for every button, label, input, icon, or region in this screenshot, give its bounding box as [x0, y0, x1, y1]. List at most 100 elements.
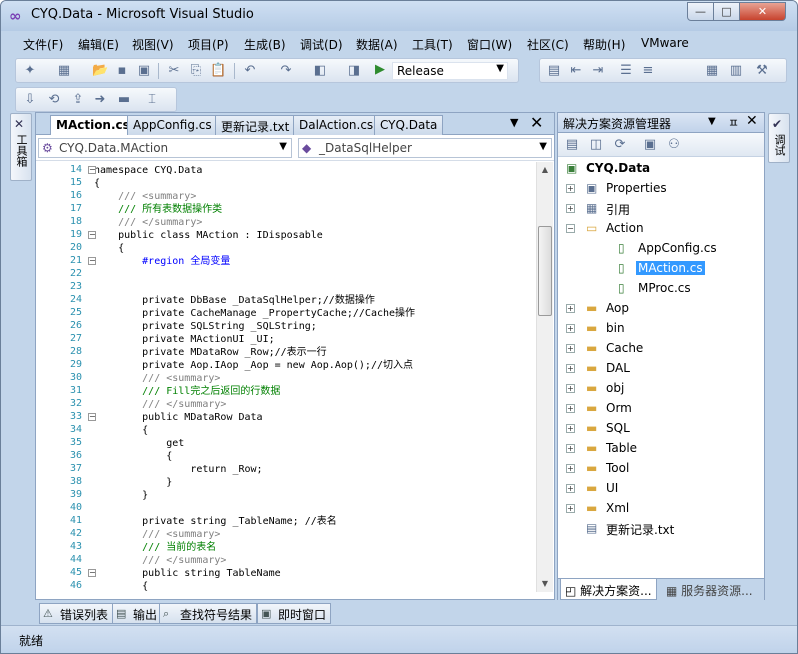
menu-data[interactable]: 数据(A)	[356, 36, 398, 53]
build-icon[interactable]: ⇩	[22, 92, 38, 108]
close-button[interactable]: ✕	[739, 2, 786, 21]
menu-file[interactable]: 文件(F)	[23, 36, 63, 53]
maximize-button[interactable]: □	[713, 2, 740, 21]
outdent-icon[interactable]: ⇤	[568, 63, 584, 79]
menu-debug[interactable]: 调试(D)	[300, 36, 343, 53]
grid-icon[interactable]: ▦	[704, 63, 720, 79]
save-all-icon[interactable]: ▣	[136, 63, 152, 79]
pin-icon[interactable]: ㅍ	[728, 114, 739, 131]
open-file-icon[interactable]: 📂	[92, 63, 108, 79]
menu-bar: 文件(F) 编辑(E) 视图(V) 项目(P) 生成(B) 调试(D) 数据(A…	[15, 34, 785, 54]
tab-error-list[interactable]: ⚠ 错误列表	[39, 603, 114, 624]
indent-icon[interactable]: ⇥	[590, 63, 606, 79]
paste-icon[interactable]: 📋	[210, 63, 226, 79]
expand-collapse-icon[interactable]: +	[566, 424, 575, 433]
expand-collapse-icon[interactable]: +	[566, 444, 575, 453]
expand-collapse-icon[interactable]: +	[566, 184, 575, 193]
close-icon[interactable]: ✕	[530, 113, 543, 132]
navigate-forward-icon[interactable]: ◨	[346, 63, 362, 79]
chevron-down-icon[interactable]: ▼	[708, 116, 716, 127]
scrollbar-thumb[interactable]	[538, 226, 552, 316]
expand-collapse-icon[interactable]: +	[566, 504, 575, 513]
tab-dalaction[interactable]: DalAction.cs	[293, 115, 380, 135]
expand-collapse-icon[interactable]: +	[566, 404, 575, 413]
class-diagram-icon[interactable]: ⚇	[666, 137, 682, 153]
redo-icon[interactable]: ↷	[278, 63, 294, 79]
collapse-toggle[interactable]: −	[88, 569, 96, 577]
code-area[interactable]: namespace CYQ.Data { /// <summary> /// 所有…	[94, 162, 534, 592]
tab-solution-explorer[interactable]: ◰ 解决方案资...	[560, 579, 657, 600]
menu-community[interactable]: 社区(C)	[527, 36, 569, 53]
tab-maction[interactable]: MAction.cs	[50, 115, 136, 136]
close-icon[interactable]: ✕	[746, 113, 758, 129]
start-debugging-icon[interactable]: ▶	[375, 62, 385, 77]
cut-icon[interactable]: ✂	[166, 63, 182, 79]
tab-output[interactable]: ▤ 输出	[112, 603, 163, 624]
collapse-toggle[interactable]: −	[88, 257, 96, 265]
folder-icon: ▬	[586, 421, 598, 435]
member-dropdown[interactable]: ◆ _DataSqlHelper ▼	[298, 138, 552, 158]
refresh-icon[interactable]: ⟳	[612, 137, 628, 153]
save-icon[interactable]: ▪	[114, 63, 130, 79]
expand-collapse-icon[interactable]: +	[566, 364, 575, 373]
rebuild-icon[interactable]: ⟲	[46, 92, 62, 108]
menu-tools[interactable]: 工具(T)	[412, 36, 453, 53]
tab-find-symbol-results-label: 查找符号结果	[180, 608, 253, 622]
uncomment-icon[interactable]: ≡	[640, 63, 656, 79]
show-all-files-icon[interactable]: ◫	[588, 137, 604, 153]
tree-item-label: SQL	[606, 421, 630, 435]
cancel-build-icon[interactable]: ▬	[116, 92, 132, 108]
vertical-scrollbar[interactable]: ▲ ▼	[536, 162, 553, 592]
copy-icon[interactable]: ⎘	[188, 63, 204, 79]
tools-icon[interactable]: ⚒	[754, 63, 770, 79]
debug-tab[interactable]: ✔ 调试	[768, 113, 790, 163]
menu-view[interactable]: 视图(V)	[132, 36, 174, 53]
tab-cyqdata[interactable]: CYQ.Data	[374, 115, 444, 135]
expand-collapse-icon[interactable]: −	[566, 224, 575, 233]
tab-changelog[interactable]: 更新记录.txt	[215, 115, 296, 135]
tab-immediate-window[interactable]: ▣ 即时窗口	[257, 603, 332, 624]
line-number: 31	[69, 385, 82, 396]
tab-server-explorer[interactable]: ▦ 服务器资源...	[662, 579, 757, 600]
solution-tree: ▣ CYQ.Data + ▣ Properties + ▦ 引用 − ▭ Action ▯ AppCon…	[558, 158, 764, 568]
tab-find-symbol-results[interactable]: ⌕ 查找符号结果	[159, 603, 258, 624]
view-code-icon[interactable]: ▣	[642, 137, 658, 153]
menu-window[interactable]: 窗口(W)	[467, 36, 512, 53]
collapse-toggle[interactable]: −	[88, 166, 96, 174]
add-item-icon[interactable]: ▦	[56, 63, 72, 79]
menu-project[interactable]: 项目(P)	[188, 36, 229, 53]
table-icon[interactable]: ▥	[728, 63, 744, 79]
comment-icon[interactable]: ☰	[618, 63, 634, 79]
menu-edit[interactable]: 编辑(E)	[78, 36, 119, 53]
standard-toolbar: ✦ ▦ 📂 ▪ ▣ ✂ ⎘ 📋 ↶ ↷ ◧ ◨ ▶ Release ▼	[15, 58, 519, 83]
navigate-backward-icon[interactable]: ◧	[312, 63, 328, 79]
chevron-down-icon[interactable]: ▼	[510, 116, 518, 129]
visual-studio-window: ∞ CYQ.Data - Microsoft Visual Studio — □…	[0, 0, 798, 654]
scroll-up-icon[interactable]: ▲	[537, 162, 553, 178]
run-icon[interactable]: ➜	[92, 92, 108, 108]
publish-icon[interactable]: ⇪	[70, 92, 86, 108]
menu-vmware[interactable]: VMware	[641, 36, 689, 50]
collapse-toggle[interactable]: −	[88, 231, 96, 239]
expand-collapse-icon[interactable]: +	[566, 384, 575, 393]
collapse-toggle[interactable]: −	[88, 413, 96, 421]
menu-help[interactable]: 帮助(H)	[583, 36, 625, 53]
scroll-down-icon[interactable]: ▼	[537, 576, 553, 592]
expand-collapse-icon[interactable]: +	[566, 344, 575, 353]
expand-collapse-icon[interactable]: +	[566, 324, 575, 333]
configuration-select[interactable]: Release ▼	[392, 62, 508, 80]
cursor-icon[interactable]: ⌶	[144, 92, 160, 108]
expand-collapse-icon[interactable]: +	[566, 484, 575, 493]
undo-icon[interactable]: ↶	[242, 63, 258, 79]
menu-build[interactable]: 生成(B)	[244, 36, 286, 53]
type-dropdown[interactable]: ⚙ CYQ.Data.MAction ▼	[38, 138, 292, 158]
bookmark-icon[interactable]: ▤	[546, 63, 562, 79]
expand-collapse-icon[interactable]: +	[566, 304, 575, 313]
toolbox-tab[interactable]: ✕ 工具箱	[10, 113, 32, 181]
new-project-icon[interactable]: ✦	[22, 63, 38, 79]
tab-appconfig[interactable]: AppConfig.cs	[127, 115, 218, 135]
expand-collapse-icon[interactable]: +	[566, 204, 575, 213]
minimize-button[interactable]: —	[687, 2, 714, 21]
expand-collapse-icon[interactable]: +	[566, 464, 575, 473]
properties-icon[interactable]: ▤	[564, 137, 580, 153]
